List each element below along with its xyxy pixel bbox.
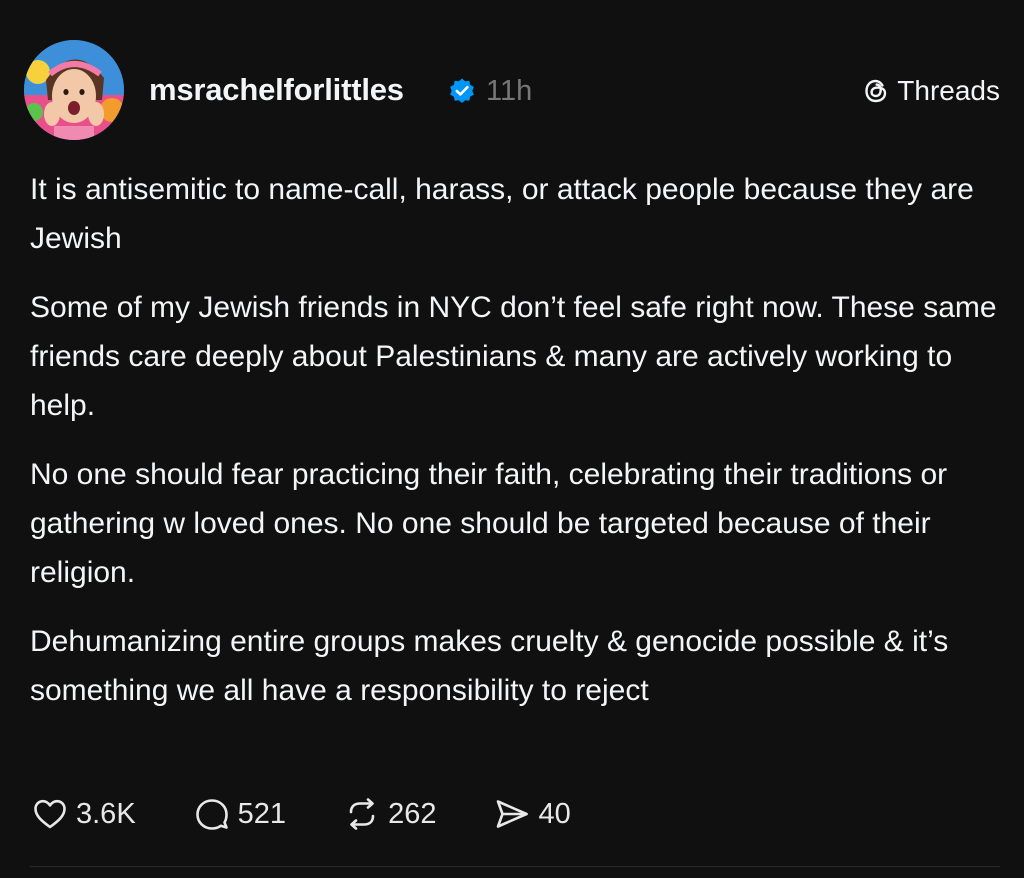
avatar[interactable] (24, 40, 124, 140)
avatar-image (24, 40, 124, 140)
share-button[interactable]: 40 (492, 794, 571, 834)
threads-brand-label: Threads (897, 75, 1000, 106)
post-paragraph-1: It is antisemitic to name-call, harass, … (30, 173, 974, 255)
post-header: msrachelforlittles 11h Threads (24, 40, 1000, 140)
post-divider (30, 866, 1000, 867)
post-actions: 3.6K 521 262 40 (30, 792, 627, 836)
verified-badge-icon (450, 78, 474, 103)
post-paragraph-3: No one should fear practicing their fait… (30, 458, 948, 589)
threads-brand[interactable]: Threads (861, 73, 1000, 109)
username[interactable]: msrachelforlittles (149, 72, 404, 108)
repost-icon (349, 798, 375, 830)
share-count: 40 (538, 798, 571, 830)
repost-count: 262 (388, 798, 437, 830)
heart-icon (34, 799, 66, 829)
comment-bubble-icon (195, 799, 228, 830)
post-time: 11h (486, 75, 533, 107)
post-paragraph-4: Dehumanizing entire groups makes cruelty… (30, 625, 949, 707)
threads-post: msrachelforlittles 11h Threads It is ant… (0, 0, 1024, 878)
reply-button[interactable]: 521 (192, 794, 286, 834)
send-icon (497, 800, 529, 828)
like-count: 3.6K (76, 798, 136, 830)
post-paragraph-2: Some of my Jewish friends in NYC don’t f… (30, 291, 997, 422)
threads-logo-icon (865, 79, 887, 103)
like-button[interactable]: 3.6K (30, 794, 136, 834)
repost-button[interactable]: 262 (342, 794, 436, 834)
post-body: It is antisemitic to name-call, harass, … (30, 165, 1000, 735)
reply-count: 521 (237, 798, 287, 830)
